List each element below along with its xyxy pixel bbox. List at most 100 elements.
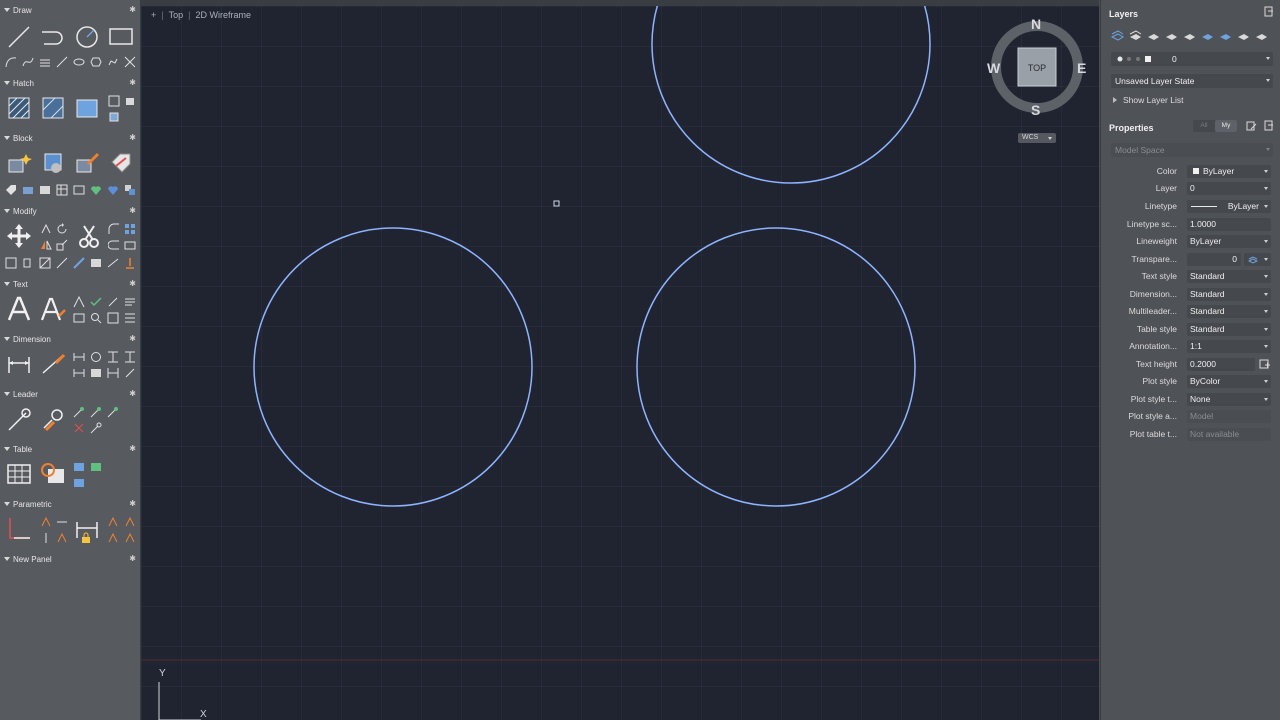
wblock-icon[interactable] bbox=[39, 184, 51, 196]
gear-icon[interactable]: ✱ bbox=[129, 6, 136, 14]
attribute-tag-icon[interactable] bbox=[5, 184, 17, 196]
panel-dock-icon[interactable] bbox=[1264, 6, 1274, 18]
wcs-menu-button[interactable]: WCS bbox=[1018, 133, 1056, 143]
move-tool-icon[interactable] bbox=[6, 223, 32, 249]
layer-lock-icon[interactable] bbox=[1237, 28, 1250, 41]
text-edit-icon[interactable] bbox=[73, 312, 85, 324]
aligned-dimension-icon[interactable] bbox=[73, 351, 85, 363]
boundary-tool-icon[interactable] bbox=[74, 95, 100, 121]
wipeout-tool-icon[interactable] bbox=[124, 95, 136, 107]
horizontal-constraint-icon[interactable] bbox=[56, 516, 68, 528]
gear-icon[interactable]: ✱ bbox=[129, 500, 136, 508]
drawing-canvas[interactable]: + | Top | 2D Wireframe Y X TOP N S E W W… bbox=[141, 6, 1099, 720]
measure-tool-icon[interactable] bbox=[124, 257, 136, 269]
circle-left[interactable] bbox=[253, 227, 533, 507]
create-block-icon[interactable] bbox=[6, 150, 32, 176]
update-fields-icon[interactable] bbox=[90, 461, 102, 473]
break-tool-icon[interactable] bbox=[39, 257, 51, 269]
polyline-tool-icon[interactable] bbox=[40, 24, 66, 50]
multiline-text-icon[interactable] bbox=[6, 296, 32, 322]
heart-shape-icon[interactable] bbox=[90, 184, 102, 196]
coincident-constraint-icon[interactable] bbox=[40, 516, 52, 528]
hatch-tool-icon[interactable] bbox=[6, 95, 32, 121]
add-leader-icon[interactable] bbox=[73, 406, 85, 418]
lock-icon[interactable] bbox=[80, 532, 92, 544]
properties-dock-icon[interactable] bbox=[1264, 120, 1274, 132]
ordinate-dimension-icon[interactable] bbox=[73, 367, 85, 379]
dimension-edit-icon[interactable] bbox=[124, 367, 136, 379]
ray-tool-icon[interactable] bbox=[56, 56, 68, 68]
table-style-icon[interactable] bbox=[73, 477, 85, 489]
lengthen-tool-icon[interactable] bbox=[90, 257, 102, 269]
arc-tool-icon[interactable] bbox=[5, 56, 17, 68]
define-attributes-icon[interactable] bbox=[108, 150, 134, 176]
tab-all[interactable]: All bbox=[1193, 120, 1215, 132]
layer-unisolate-icon[interactable] bbox=[1183, 28, 1196, 41]
transparency-options-button[interactable] bbox=[1244, 253, 1271, 266]
center-mark-icon[interactable] bbox=[107, 367, 119, 379]
remove-leader-icon[interactable] bbox=[90, 406, 102, 418]
rotate-tool-icon[interactable] bbox=[56, 223, 68, 235]
compass-west[interactable]: W bbox=[987, 60, 1000, 76]
revision-cloud-icon[interactable] bbox=[108, 111, 120, 123]
leader-style-icon[interactable] bbox=[90, 422, 102, 434]
spline-tool-icon[interactable] bbox=[22, 56, 34, 68]
plot-style-table-dropdown[interactable]: None bbox=[1187, 393, 1271, 406]
gradient-tool-icon[interactable] bbox=[40, 95, 66, 121]
text-scale-icon[interactable] bbox=[107, 296, 119, 308]
ellipse-tool-icon[interactable] bbox=[73, 56, 85, 68]
radius-dimension-icon[interactable] bbox=[90, 351, 102, 363]
show-layer-list-toggle[interactable]: Show Layer List bbox=[1113, 95, 1183, 105]
tab-my[interactable]: My bbox=[1215, 120, 1237, 132]
data-extraction-icon[interactable] bbox=[40, 461, 66, 487]
quick-dimension-icon[interactable] bbox=[40, 351, 66, 377]
gear-icon[interactable]: ✱ bbox=[129, 445, 136, 453]
hatch-section-header[interactable]: Hatch ✱ bbox=[0, 77, 140, 89]
erase-tool-icon[interactable] bbox=[22, 257, 34, 269]
multileader-icon[interactable] bbox=[6, 406, 32, 432]
spell-check-icon[interactable] bbox=[90, 296, 102, 308]
table-style-dropdown[interactable]: Standard bbox=[1187, 323, 1271, 336]
layer-state-dropdown[interactable]: Unsaved Layer State bbox=[1111, 74, 1273, 88]
circle-top[interactable] bbox=[651, 6, 931, 184]
align-leader-icon[interactable] bbox=[107, 406, 119, 418]
copy-tool-icon[interactable] bbox=[40, 223, 52, 235]
align-tool-icon[interactable] bbox=[107, 257, 119, 269]
annotation-scale-dropdown[interactable]: 1:1 bbox=[1187, 340, 1271, 353]
linear-dimension-icon[interactable] bbox=[6, 351, 32, 377]
pick-point-icon[interactable] bbox=[1259, 359, 1270, 370]
text-section-header[interactable]: Text ✱ bbox=[0, 278, 140, 290]
draw-section-header[interactable]: Draw ✱ bbox=[0, 4, 140, 16]
transparency-input[interactable]: 0 bbox=[1187, 253, 1241, 266]
layer-match-icon[interactable] bbox=[1147, 28, 1160, 41]
vertical-constraint-icon[interactable] bbox=[40, 532, 52, 544]
text-frame-icon[interactable] bbox=[107, 312, 119, 324]
link-data-icon[interactable] bbox=[73, 461, 85, 473]
revcloud-tool-icon[interactable] bbox=[107, 56, 119, 68]
heart-outline-icon[interactable] bbox=[107, 184, 119, 196]
circle-tool-icon[interactable] bbox=[74, 24, 100, 50]
stretch-tool-icon[interactable] bbox=[124, 239, 136, 251]
compass-north[interactable]: N bbox=[1031, 16, 1041, 32]
linetype-scale-input[interactable]: 1.0000 bbox=[1187, 218, 1271, 231]
block-editor-small-icon[interactable] bbox=[73, 184, 85, 196]
multileader-style-dropdown[interactable]: Standard bbox=[1187, 305, 1271, 318]
mirror-tool-icon[interactable] bbox=[40, 239, 52, 251]
plot-style-dropdown[interactable]: ByColor bbox=[1187, 375, 1271, 388]
region-tool-icon[interactable] bbox=[108, 95, 120, 107]
scale-tool-icon[interactable] bbox=[56, 239, 68, 251]
show-constraints-icon[interactable] bbox=[107, 516, 119, 528]
block-section-header[interactable]: Block ✱ bbox=[0, 132, 140, 144]
hide-constraints-icon[interactable] bbox=[124, 516, 136, 528]
explode-tool-icon[interactable] bbox=[5, 257, 17, 269]
gear-icon[interactable]: ✱ bbox=[129, 79, 136, 87]
compass-east[interactable]: E bbox=[1077, 60, 1086, 76]
circle-right[interactable] bbox=[636, 227, 916, 507]
compass-south[interactable]: S bbox=[1031, 102, 1040, 118]
layer-off-icon[interactable] bbox=[1219, 28, 1232, 41]
new-panel-section-header[interactable]: New Panel ✱ bbox=[0, 553, 140, 565]
lineweight-dropdown[interactable]: ByLayer bbox=[1187, 235, 1271, 248]
properties-tab-switch[interactable]: All My bbox=[1193, 120, 1237, 132]
attribute-table-icon[interactable] bbox=[56, 184, 68, 196]
array-tool-icon[interactable] bbox=[124, 223, 136, 235]
